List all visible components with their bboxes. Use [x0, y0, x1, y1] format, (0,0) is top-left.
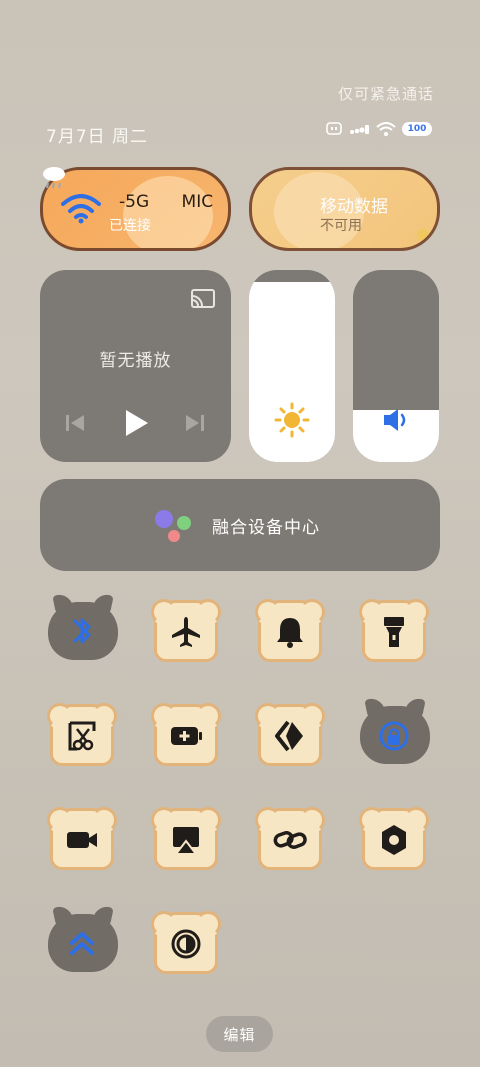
mobile-data-status: 不可用: [320, 218, 362, 234]
media-player-card[interactable]: 暂无播放: [40, 270, 231, 462]
airplane-mode-icon: [172, 617, 200, 647]
airplane-mode-toggle[interactable]: [150, 596, 224, 666]
settings-toggle[interactable]: [358, 804, 432, 874]
link-share-toggle[interactable]: [254, 804, 328, 874]
sun-icon: [274, 402, 310, 438]
previous-track-icon[interactable]: [64, 412, 86, 434]
wifi-name: -5G MIC: [119, 192, 214, 212]
link-share-icon: [273, 831, 307, 849]
battery-saver-icon: [171, 727, 202, 745]
next-track-icon[interactable]: [184, 412, 206, 434]
emergency-call-only-label: 仅可紧急通话: [337, 85, 434, 103]
device-center-label: 融合设备中心: [212, 518, 320, 538]
screen-cast-toggle[interactable]: [150, 804, 224, 874]
flashlight-toggle[interactable]: [358, 596, 432, 666]
rotation-lock-toggle[interactable]: [358, 700, 432, 770]
do-not-disturb-icon: [277, 618, 303, 648]
bluetooth-toggle[interactable]: [46, 596, 120, 666]
eye-comfort-toggle[interactable]: [150, 908, 224, 978]
wifi-toggle[interactable]: -5G MIC 已连接: [40, 167, 231, 251]
scroll-up-toggle[interactable]: [46, 908, 120, 978]
cloud-rain-icon: [43, 167, 65, 189]
wifi-status: 已连接: [109, 218, 151, 234]
do-not-disturb-toggle[interactable]: [254, 596, 328, 666]
edit-button[interactable]: 编辑: [206, 1016, 273, 1052]
cast-icon[interactable]: [190, 288, 216, 310]
device-center-icon: [155, 510, 191, 542]
device-center-button[interactable]: 融合设备中心: [40, 479, 440, 571]
eye-comfort-icon: [171, 929, 201, 959]
signal-dots-icon: [350, 125, 369, 134]
date-label: 7月7日 周二: [46, 127, 149, 147]
flashlight-icon: [384, 617, 404, 647]
scroll-up-icon: [70, 932, 94, 955]
cat-decoration: [123, 176, 213, 248]
media-title: 暂无播放: [99, 351, 172, 371]
rotation-lock-icon: [379, 721, 409, 751]
screen-record-icon: [67, 832, 97, 848]
play-icon[interactable]: [122, 408, 150, 438]
mobile-data-toggle[interactable]: 移动数据 不可用: [249, 167, 440, 251]
screenshot-icon: [68, 721, 96, 751]
screen-cast-icon: [173, 827, 199, 855]
wifi-icon: [61, 194, 101, 224]
bluetooth-icon: [73, 618, 91, 644]
sun-decoration-icon: [417, 229, 429, 241]
screen-record-toggle[interactable]: [46, 804, 120, 874]
settings-icon: [382, 825, 406, 855]
volume-slider[interactable]: [353, 270, 439, 462]
speaker-icon: [384, 409, 406, 431]
brightness-slider[interactable]: [249, 270, 335, 462]
battery-saver-toggle[interactable]: [150, 700, 224, 770]
status-icons: 100: [326, 122, 432, 136]
sim-icon: [326, 122, 342, 135]
mobile-data-title: 移动数据: [320, 197, 388, 217]
nfc-share-toggle[interactable]: [254, 700, 328, 770]
screenshot-toggle[interactable]: [46, 700, 120, 770]
battery-icon: 100: [402, 122, 432, 136]
wifi-status-icon: [376, 122, 396, 136]
nfc-share-icon: [275, 720, 303, 752]
